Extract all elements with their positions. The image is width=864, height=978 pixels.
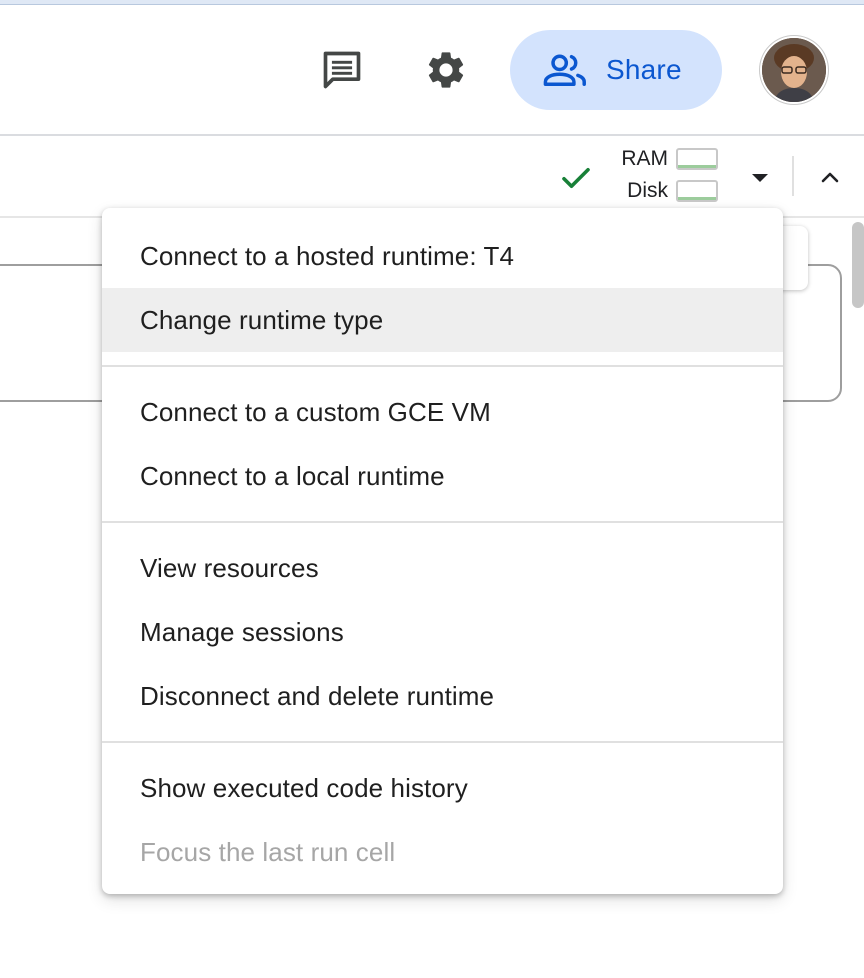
menu-item-focus-the-last-run-cell: Focus the last run cell — [140, 836, 396, 867]
menu-item-connect-to-a-hosted-runtime-t4[interactable]: Connect to a hosted runtime: T4 — [102, 224, 783, 288]
ram-meter[interactable] — [676, 148, 718, 170]
scrollbar-thumb[interactable] — [852, 222, 864, 308]
disk-label: Disk — [627, 179, 668, 202]
settings-button[interactable] — [422, 46, 470, 94]
menu-item-show-executed-code-history[interactable]: Show executed code history — [102, 756, 783, 820]
menu-item-connect-to-a-local-runtime[interactable]: Connect to a local runtime — [102, 444, 783, 508]
chevron-up-icon — [821, 172, 839, 183]
comment-button[interactable] — [318, 46, 366, 94]
share-label: Share — [606, 54, 682, 85]
menu-item-connect-to-a-custom-gce-vm[interactable]: Connect to a custom GCE VM — [102, 380, 783, 444]
menu-separator — [102, 365, 783, 367]
menu-item-disconnect-and-delete-runtime[interactable]: Disconnect and delete runtime — [102, 664, 783, 728]
caret-down-icon — [752, 174, 768, 182]
toolbar-separator — [792, 156, 794, 196]
avatar-portrait — [762, 38, 826, 102]
menu-separator — [102, 741, 783, 743]
people-icon — [543, 54, 586, 86]
gear-icon — [428, 52, 464, 88]
runtime-menu: Connect to a hosted runtime: T4 Change ru… — [102, 208, 783, 894]
user-avatar[interactable] — [762, 38, 826, 102]
comment-icon — [323, 51, 361, 89]
ram-label: RAM — [621, 147, 668, 170]
menu-item-manage-sessions[interactable]: Manage sessions — [102, 600, 783, 664]
menu-item-view-resources[interactable]: View resources — [102, 536, 783, 600]
share-button[interactable]: Share — [510, 30, 722, 110]
menu-item-change-runtime-type[interactable]: Change runtime type — [102, 288, 783, 352]
runtime-toolbar — [0, 136, 864, 216]
colab-page: Share RAM Disk Connect to a hosted runti — [0, 0, 864, 978]
runtime-dropdown-button[interactable] — [740, 160, 780, 196]
menu-separator — [102, 521, 783, 523]
disk-meter[interactable] — [676, 180, 718, 202]
collapse-header-button[interactable] — [810, 158, 850, 198]
checkmark-icon — [562, 167, 590, 189]
